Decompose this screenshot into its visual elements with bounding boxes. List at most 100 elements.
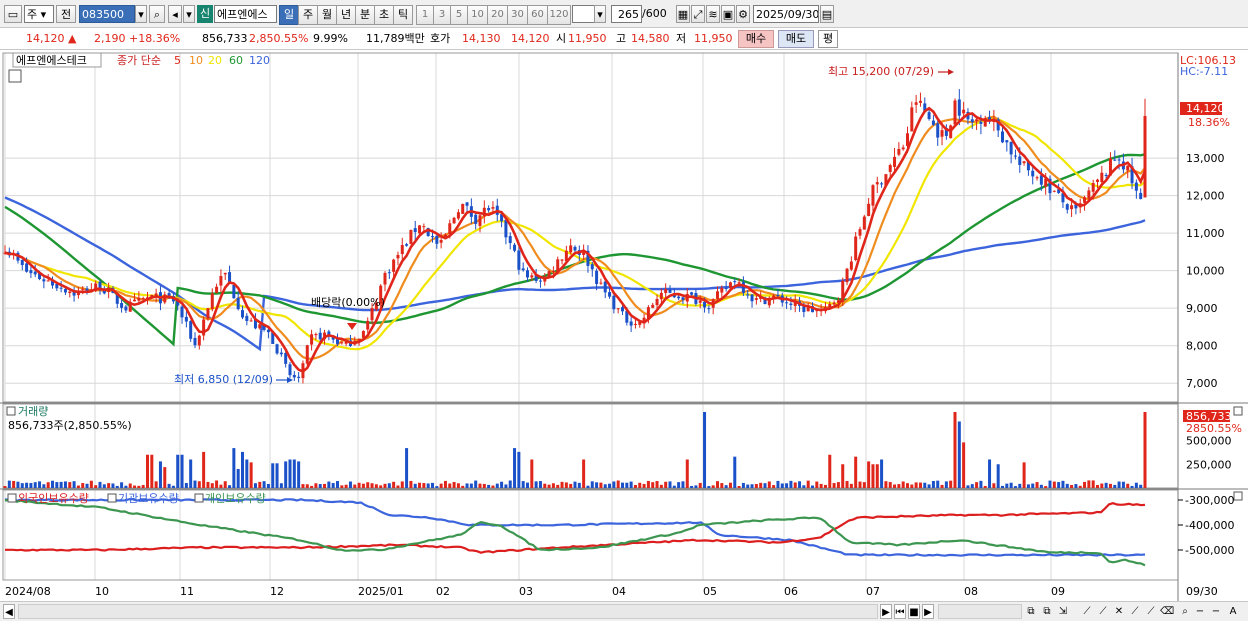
calendar-icon[interactable]: ▤: [820, 5, 834, 23]
volume-bar: [435, 486, 439, 488]
holdings-legend-box[interactable]: [194, 493, 204, 503]
price-chart-svg[interactable]: 에프엔에스테크 종가 단순 5 10 20 60 120 LC:106.13HC:-7.111…: [0, 50, 1248, 601]
volume-bar: [249, 462, 253, 488]
eraser-icon[interactable]: ⌫: [1160, 604, 1174, 619]
quote-bar: 14,120 ▲ 2,190 +18.36% 856,733 2,850.55%…: [0, 28, 1248, 50]
volume-bar: [698, 482, 702, 488]
interval-tab-10[interactable]: 10: [467, 5, 488, 25]
period-tab-1[interactable]: 주: [298, 5, 318, 25]
minus-icon[interactable]: −: [1210, 604, 1222, 619]
period-tab-3[interactable]: 년: [336, 5, 356, 25]
export-icon[interactable]: ⇲: [1056, 604, 1070, 619]
volume-bar: [89, 480, 93, 488]
fib-icon[interactable]: ⟋: [1128, 604, 1142, 619]
chevron-down-icon[interactable]: ▾: [594, 5, 606, 23]
rewind-icon[interactable]: ⏮: [894, 604, 906, 619]
stop-icon[interactable]: ■: [908, 604, 920, 619]
volume-collapse-icon[interactable]: [6, 406, 16, 416]
copy2-icon[interactable]: ⧉: [1040, 604, 1054, 619]
interval-tab-30[interactable]: 30: [507, 5, 528, 25]
text-tool-icon[interactable]: A: [1226, 604, 1240, 619]
period-tab-0[interactable]: 일: [279, 5, 299, 25]
volume-bar: [918, 482, 922, 488]
volume-bar: [685, 459, 689, 488]
ma5-line: [4, 106, 1147, 374]
period-tab-6[interactable]: 틱: [393, 5, 413, 25]
chevron-down-icon[interactable]: ▾: [183, 5, 195, 23]
interval-tab-120[interactable]: 120: [547, 5, 571, 25]
holdings-legend-box[interactable]: [107, 493, 117, 503]
speaker-icon[interactable]: ◂: [168, 5, 182, 23]
volume-bar: [431, 482, 434, 488]
gear-icon[interactable]: ⚙: [736, 5, 750, 23]
scroll-left-icon[interactable]: ◀: [3, 604, 15, 619]
window-icon[interactable]: ▭: [4, 5, 22, 23]
candle-body: [435, 235, 439, 244]
volume-bar: [348, 481, 352, 488]
chevron-down-icon[interactable]: ▾: [135, 5, 147, 23]
line-icon[interactable]: ⟋: [1144, 604, 1158, 619]
price-change: 2,190 +18.36%: [94, 32, 181, 45]
forward-icon[interactable]: ▶: [922, 604, 934, 619]
volume-bar: [426, 483, 430, 488]
volume-bar: [305, 484, 309, 488]
zoom-icon[interactable]: ⌕: [1178, 604, 1192, 619]
scroll-track[interactable]: [18, 604, 878, 619]
minus-icon[interactable]: −: [1194, 604, 1206, 619]
volume-subtitle: 856,733주(2,850.55%): [8, 419, 132, 432]
holdings-y-tick: -500,000: [1185, 544, 1234, 557]
table-icon[interactable]: [8, 69, 22, 83]
search-icon[interactable]: ⌕: [149, 5, 165, 23]
period-tab-5[interactable]: 초: [374, 5, 394, 25]
interval-tab-3[interactable]: 3: [433, 5, 451, 25]
volume-bar: [1052, 481, 1056, 488]
grid-icon[interactable]: ▦: [676, 5, 690, 23]
volume-bar: [55, 482, 59, 488]
chart-area[interactable]: 에프엔에스테크 종가 단순 5 10 20 60 120 LC:106.13 HC:-7.11 1…: [0, 50, 1248, 601]
ma-period-60: 60: [229, 54, 243, 67]
volume-bar: [711, 485, 715, 488]
date-input[interactable]: 2025/09/30: [753, 5, 819, 23]
save-icon[interactable]: ▣: [721, 5, 735, 23]
market-select[interactable]: 주 ▾: [24, 5, 54, 23]
volume-bar: [29, 483, 33, 488]
zoom-track[interactable]: [938, 604, 1022, 619]
count-input[interactable]: 265: [611, 5, 642, 23]
stock-code-input[interactable]: 083500: [79, 5, 135, 23]
volume-close-icon[interactable]: [1233, 406, 1243, 416]
eval-button[interactable]: 평: [818, 30, 838, 48]
copy-icon[interactable]: ⧉: [1024, 604, 1038, 619]
chart-icon[interactable]: ≋: [706, 5, 720, 23]
scroll-right-icon[interactable]: ▶: [880, 604, 892, 619]
ask-value: 14,130: [462, 32, 501, 45]
tool-icon[interactable]: ⤢: [691, 5, 705, 23]
candle-body: [25, 263, 29, 272]
period-tab-2[interactable]: 월: [317, 5, 337, 25]
holdings-legend-box[interactable]: [7, 493, 17, 503]
interval-tab-20[interactable]: 20: [487, 5, 508, 25]
volume-bar: [508, 480, 512, 488]
candle-body: [180, 306, 184, 318]
candle-body: [849, 261, 853, 270]
x-axis-label: 05: [703, 585, 717, 598]
volume-bar: [543, 483, 547, 488]
interval-tab-60[interactable]: 60: [527, 5, 548, 25]
holdings-close-icon[interactable]: [1233, 491, 1243, 501]
period-tab-4[interactable]: 분: [355, 5, 375, 25]
volume-bar: [176, 454, 180, 488]
stock-name-field[interactable]: 에프엔에스: [214, 5, 277, 23]
price-y-tick: 12,000: [1186, 190, 1225, 203]
volume-bar: [1031, 483, 1035, 488]
line-icon[interactable]: ⟋: [1096, 604, 1110, 619]
volume-ratio-tag: 2850.55%: [1186, 422, 1242, 435]
prev-button[interactable]: 전: [56, 5, 76, 23]
sell-button[interactable]: 매도: [778, 30, 814, 48]
interval-tab-5[interactable]: 5: [450, 5, 468, 25]
buy-button[interactable]: 매수: [738, 30, 774, 48]
candle-body: [1052, 190, 1056, 192]
cross-icon[interactable]: ✕: [1112, 604, 1126, 619]
new-badge[interactable]: 신: [197, 5, 213, 23]
interval-tab-1[interactable]: 1: [416, 5, 434, 25]
line-icon[interactable]: ⟋: [1080, 604, 1094, 619]
volume-bar: [115, 485, 119, 488]
